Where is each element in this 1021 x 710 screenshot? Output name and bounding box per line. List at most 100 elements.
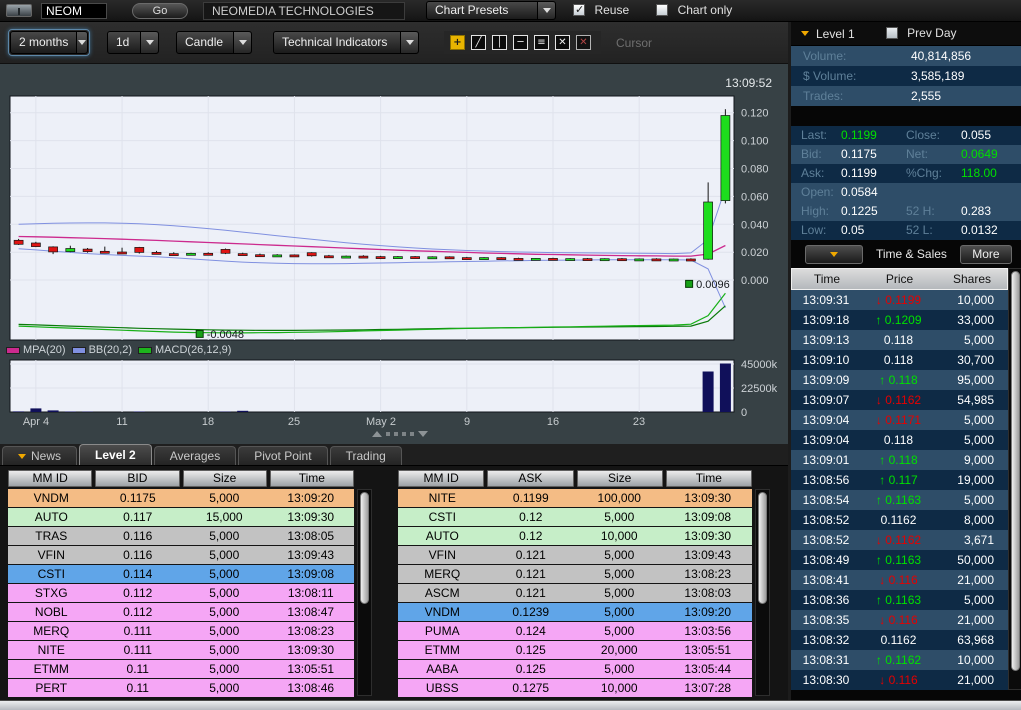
ts-time: 13:08:54 <box>791 490 861 510</box>
bid-row[interactable]: ETMM0.115,00013:05:51 <box>8 660 354 678</box>
interval-dropdown[interactable]: 1d <box>107 31 159 54</box>
shares-column-header[interactable]: Shares <box>937 269 1007 289</box>
ask-cell-price: 0.121 <box>487 584 576 602</box>
bid-row[interactable]: CSTI0.1145,00013:09:08 <box>8 565 354 583</box>
chart-only-checkbox[interactable] <box>656 4 668 16</box>
range-arrow[interactable] <box>76 32 87 53</box>
technical-indicators-label: Technical Indicators <box>274 32 400 53</box>
bid-header-bid[interactable]: BID <box>95 470 179 487</box>
bid-header-size[interactable]: Size <box>183 470 267 487</box>
range-dropdown[interactable]: 2 months <box>10 31 88 54</box>
go-button[interactable]: Go <box>132 3 188 19</box>
chevron-down-icon <box>239 40 247 45</box>
ts-shares: 21,000 <box>936 610 1008 630</box>
ask-cell-time: 13:09:08 <box>664 508 753 526</box>
ask-cell-size: 10,000 <box>575 679 664 697</box>
ts-shares: 10,000 <box>936 290 1008 310</box>
bid-table-scrollbar[interactable] <box>357 489 372 696</box>
remove-all-lines-tool-icon[interactable]: ✕ <box>576 35 591 50</box>
tab-trading[interactable]: Trading <box>330 446 402 465</box>
bid-row[interactable]: NITE0.1115,00013:09:30 <box>8 641 354 659</box>
tab-pivot-point[interactable]: Pivot Point <box>238 446 327 465</box>
ask-row[interactable]: ASCM0.1215,00013:08:03 <box>398 584 752 602</box>
bid-row[interactable]: TRAS0.1165,00013:08:05 <box>8 527 354 545</box>
time-sales-scrollbar[interactable] <box>1008 268 1021 690</box>
bid-row[interactable]: AUTO0.11715,00013:09:30 <box>8 508 354 526</box>
splitter-up-icon[interactable] <box>372 431 382 437</box>
time-sales-dropdown-button[interactable] <box>805 245 863 264</box>
ts-row: 13:09:100.11830,700 <box>791 350 1008 370</box>
chart-presets-arrow[interactable] <box>537 2 555 19</box>
chart-style-dropdown[interactable]: Candle <box>176 31 252 54</box>
ask-row[interactable]: UBSS0.127510,00013:07:28 <box>398 679 752 697</box>
interval-arrow[interactable] <box>140 32 158 53</box>
ts-price: 0.1162 <box>861 510 936 530</box>
ask-header-mm-id[interactable]: MM ID <box>398 470 484 487</box>
prev-day-checkbox[interactable] <box>886 27 898 39</box>
quote-row: High:0.122552 H:0.283 <box>791 202 1021 221</box>
symbol-input[interactable] <box>41 3 107 19</box>
ask-row[interactable]: ETMM0.12520,00013:05:51 <box>398 641 752 659</box>
remove-line-tool-icon[interactable]: ✕ <box>555 35 570 50</box>
bid-header-mm-id[interactable]: MM ID <box>8 470 92 487</box>
price-chart[interactable]: 0.1200.1000.0800.0600.0400.0200.000-0.00… <box>0 90 788 344</box>
chart-presets-dropdown[interactable]: Chart Presets <box>426 1 556 20</box>
parallel-lines-tool-icon[interactable]: ≡ <box>534 35 549 50</box>
tab-averages[interactable]: Averages <box>154 446 236 465</box>
technical-indicators-arrow[interactable] <box>400 32 418 53</box>
splitter-control[interactable] <box>355 431 445 437</box>
ask-row[interactable]: NITE0.1199100,00013:09:30 <box>398 489 752 507</box>
reuse-checkbox[interactable] <box>573 4 585 16</box>
ask-header-time[interactable]: Time <box>666 470 752 487</box>
time-sales-scroll-thumb[interactable] <box>1011 271 1020 671</box>
crosshair-tool-icon[interactable]: + <box>450 35 465 50</box>
tab-label: Trading <box>346 448 386 465</box>
ask-cell-price: 0.121 <box>487 546 576 564</box>
ask-cell-time: 13:09:43 <box>664 546 753 564</box>
vertical-line-tool-icon[interactable]: │ <box>492 35 507 50</box>
chart-style-arrow[interactable] <box>233 32 251 53</box>
bid-row[interactable]: VFIN0.1165,00013:09:43 <box>8 546 354 564</box>
more-button[interactable]: More <box>960 245 1012 264</box>
ask-row[interactable]: PUMA0.1245,00013:03:56 <box>398 622 752 640</box>
ask-row[interactable]: AABA0.1255,00013:05:44 <box>398 660 752 678</box>
technical-indicators-dropdown[interactable]: Technical Indicators <box>273 31 419 54</box>
ask-header-ask[interactable]: ASK <box>487 470 573 487</box>
x-axis-tick: May 2 <box>351 416 411 428</box>
ask-scroll-thumb[interactable] <box>758 492 767 604</box>
bid-row[interactable]: NOBL0.1125,00013:08:47 <box>8 603 354 621</box>
tab-level-2[interactable]: Level 2 <box>79 444 152 465</box>
ts-row: 13:08:31↑ 0.116210,000 <box>791 650 1008 670</box>
ask-cell-time: 13:05:44 <box>664 660 753 678</box>
quote-value: 0.0584 <box>841 183 906 202</box>
bid-row[interactable]: PERT0.115,00013:08:46 <box>8 679 354 697</box>
collapse-icon[interactable] <box>801 31 809 36</box>
bid-row[interactable]: STXG0.1125,00013:08:11 <box>8 584 354 602</box>
price-column-header[interactable]: Price <box>862 269 937 289</box>
ask-row[interactable]: VFIN0.1215,00013:09:43 <box>398 546 752 564</box>
ask-row[interactable]: AUTO0.1210,00013:09:30 <box>398 527 752 545</box>
splitter-down-icon[interactable] <box>418 431 428 437</box>
quote-value: 0.05 <box>841 221 906 240</box>
ask-row[interactable]: VNDM0.12395,00013:09:20 <box>398 603 752 621</box>
tab-news[interactable]: News <box>2 446 77 465</box>
time-column-header[interactable]: Time <box>792 269 862 289</box>
quote-row: Bid:0.1175Net:0.0649 <box>791 145 1021 164</box>
bid-cell-price: 0.111 <box>95 641 182 659</box>
horizontal-line-tool-icon[interactable]: ─ <box>513 35 528 50</box>
ask-table-scrollbar[interactable] <box>755 489 770 696</box>
bid-header-time[interactable]: Time <box>270 470 354 487</box>
legend-label: MACD(26,12,9) <box>155 344 231 356</box>
volume-chart[interactable]: 45000k22500k0 <box>0 359 788 416</box>
level1-title: Level 1 <box>816 27 855 41</box>
bid-cell-time: 13:08:05 <box>268 527 355 545</box>
bid-row[interactable]: MERQ0.1115,00013:08:23 <box>8 622 354 640</box>
ask-row[interactable]: MERQ0.1215,00013:08:23 <box>398 565 752 583</box>
ask-header-size[interactable]: Size <box>577 470 663 487</box>
trend-line-tool-icon[interactable]: ╱ <box>471 35 486 50</box>
quote-label: Low: <box>791 221 841 240</box>
bid-cell-time: 13:09:20 <box>268 489 355 507</box>
ask-row[interactable]: CSTI0.125,00013:09:08 <box>398 508 752 526</box>
bid-row[interactable]: VNDM0.11755,00013:09:20 <box>8 489 354 507</box>
bid-scroll-thumb[interactable] <box>360 492 369 604</box>
